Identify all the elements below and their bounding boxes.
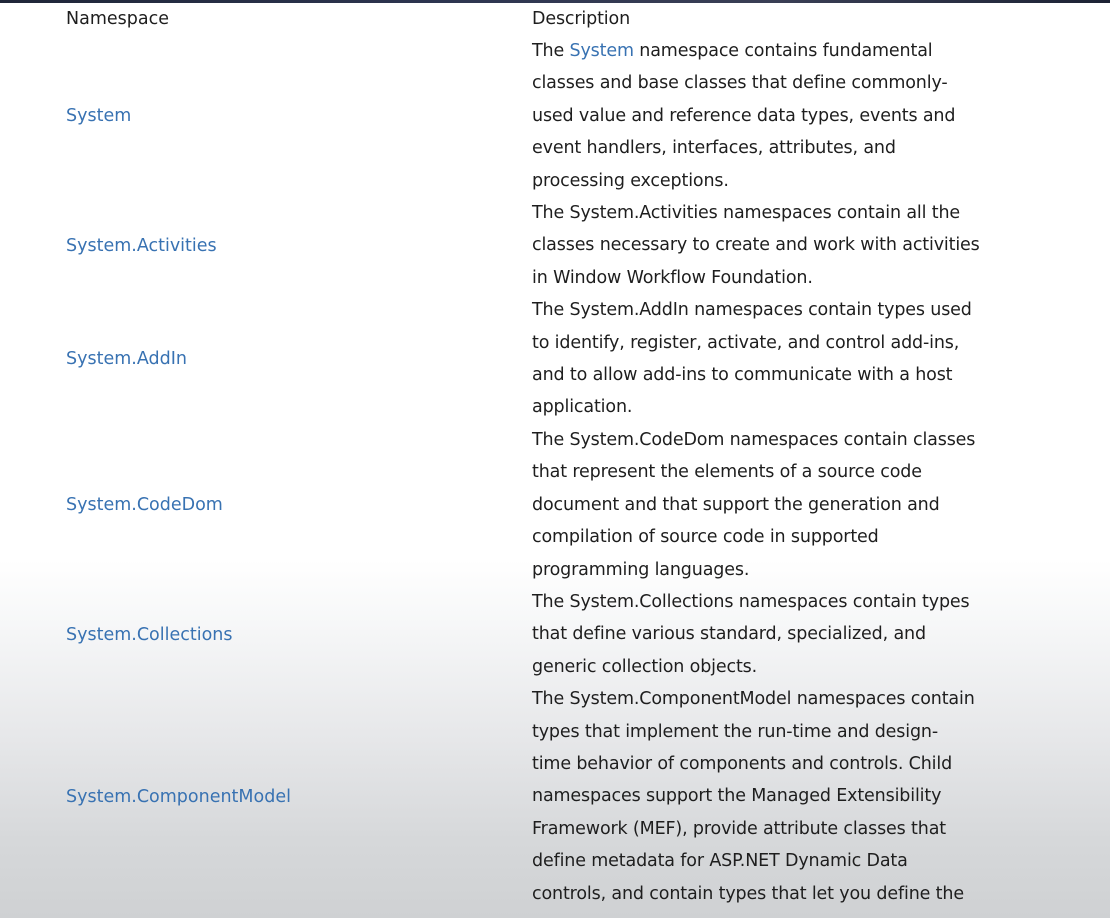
namespace-cell: System.AddIn [0,349,466,369]
description-line: The System namespace contains fundamenta… [532,35,1004,67]
description-line: used value and reference data types, eve… [532,105,956,126]
namespace-column-header: Namespace [66,9,169,29]
description-text: namespace contains fundamental [633,41,933,61]
description-cell: The System.Collections namespaces contai… [532,586,1004,683]
namespace-cell: System.ComponentModel [0,787,466,807]
description-line: and to allow add-ins to communicate with… [532,365,953,386]
namespace-cell: System.Collections [0,625,466,645]
table-row: System.CodeDom The System.CodeDom namesp… [0,424,1110,586]
description-cell: The System.ComponentModel namespaces con… [532,683,1004,910]
description-cell: The System.Activities namespaces contain… [532,197,1004,294]
description-line: in Window Workflow Foundation. [532,267,813,288]
description-line: The System.Collections namespaces contai… [532,591,970,612]
namespace-link-system-activities[interactable]: System.Activities [66,236,217,256]
inline-link-system[interactable]: System [570,41,635,61]
description-line: The System.Activities namespaces contain… [532,203,961,224]
table-row: System.Collections The System.Collection… [0,586,1110,683]
description-column-header: Description [532,9,631,29]
description-line: application. [532,397,633,418]
namespace-link-system[interactable]: System [66,106,131,126]
description-line: types that implement the run-time and de… [532,721,939,742]
description-line: Framework (MEF), provide attribute class… [532,818,946,839]
description-cell: The System.AddIn namespaces contain type… [532,294,1004,424]
description-cell: The System.CodeDom namespaces contain cl… [532,424,1004,586]
namespace-cell: System [0,106,466,126]
description-text: The [532,41,570,61]
description-line: The System.AddIn namespaces contain type… [532,300,972,321]
description-line: time behavior of components and controls… [532,753,953,774]
description-line: processing exceptions. [532,170,729,191]
namespace-link-system-addin[interactable]: System.AddIn [66,349,187,369]
table-row: System.Activities The System.Activities … [0,197,1110,294]
description-line: to identify, register, activate, and con… [532,332,960,353]
description-line: programming languages. [532,559,750,580]
table-row: System.ComponentModel The System.Compone… [0,683,1110,910]
description-line: The System.CodeDom namespaces contain cl… [532,429,976,450]
namespace-link-system-codedom[interactable]: System.CodeDom [66,495,223,515]
description-line: controls, and contain types that let you… [532,883,964,904]
description-line: define metadata for ASP.NET Dynamic Data [532,851,908,872]
description-line: The System.ComponentModel namespaces con… [532,689,975,710]
description-line: that represent the elements of a source … [532,462,922,483]
description-line: classes and base classes that define com… [532,73,948,94]
namespace-cell: System.CodeDom [0,495,466,515]
description-line: classes necessary to create and work wit… [532,235,980,256]
description-cell: The System namespace contains fundamenta… [532,35,1004,197]
namespace-link-system-componentmodel[interactable]: System.ComponentModel [66,787,291,807]
description-line: compilation of source code in supported [532,527,879,548]
namespace-table: Namespace Description System The System … [0,3,1110,910]
namespace-link-system-collections[interactable]: System.Collections [66,625,233,645]
namespace-cell: System.Activities [0,236,466,256]
description-line: namespaces support the Managed Extensibi… [532,786,942,807]
table-row: System The System namespace contains fun… [0,35,1110,197]
table-row: System.AddIn The System.AddIn namespaces… [0,294,1110,424]
description-line: event handlers, interfaces, attributes, … [532,138,896,159]
description-line: document and that support the generation… [532,494,940,515]
description-line: generic collection objects. [532,656,758,677]
table-header-row: Namespace Description [0,3,1110,35]
description-line: that define various standard, specialize… [532,624,926,645]
